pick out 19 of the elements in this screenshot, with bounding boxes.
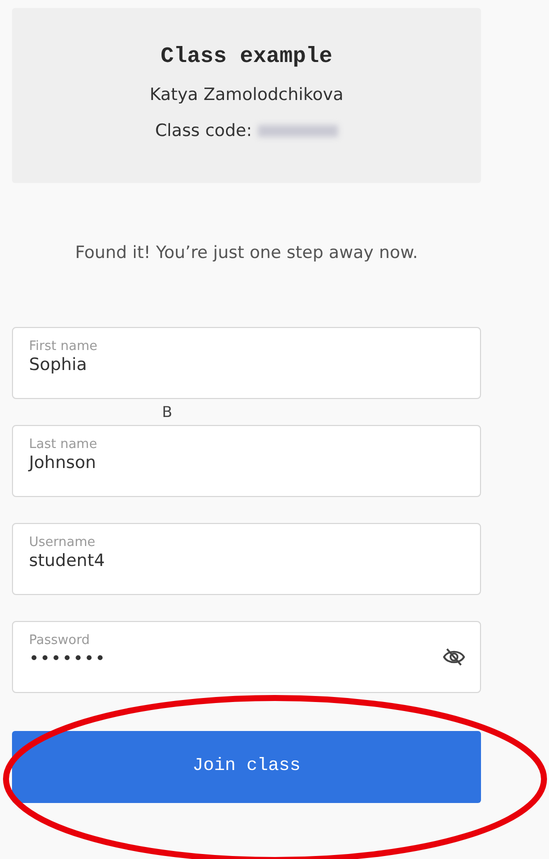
class-title: Class example — [160, 43, 334, 71]
field-value: ••••••• — [29, 648, 106, 670]
text-field[interactable]: Last name Johnson — [12, 424, 481, 496]
field-label: First name — [29, 340, 98, 354]
field-label: Password — [29, 634, 91, 648]
text-field[interactable]: First name Sophia — [12, 326, 481, 398]
join-class-button[interactable]: Join class — [12, 730, 481, 802]
teacher-name: Katya Zamolodchikova — [148, 84, 344, 107]
field-value: Johnson — [29, 452, 96, 474]
field-value: student4 — [29, 550, 105, 572]
stray-letter: B — [162, 402, 172, 423]
hidden-eye-icon[interactable] — [442, 646, 466, 666]
field-label: Username — [29, 536, 96, 550]
class-code-label: Class code: — [155, 120, 252, 142]
field-value: Sophia — [29, 354, 87, 376]
password-field[interactable]: Password ••••••• — [12, 620, 481, 692]
status-message: Found it! You’re just one step away now. — [74, 242, 419, 265]
field-label: Last name — [29, 438, 98, 452]
text-field[interactable]: Username student4 — [12, 522, 481, 594]
